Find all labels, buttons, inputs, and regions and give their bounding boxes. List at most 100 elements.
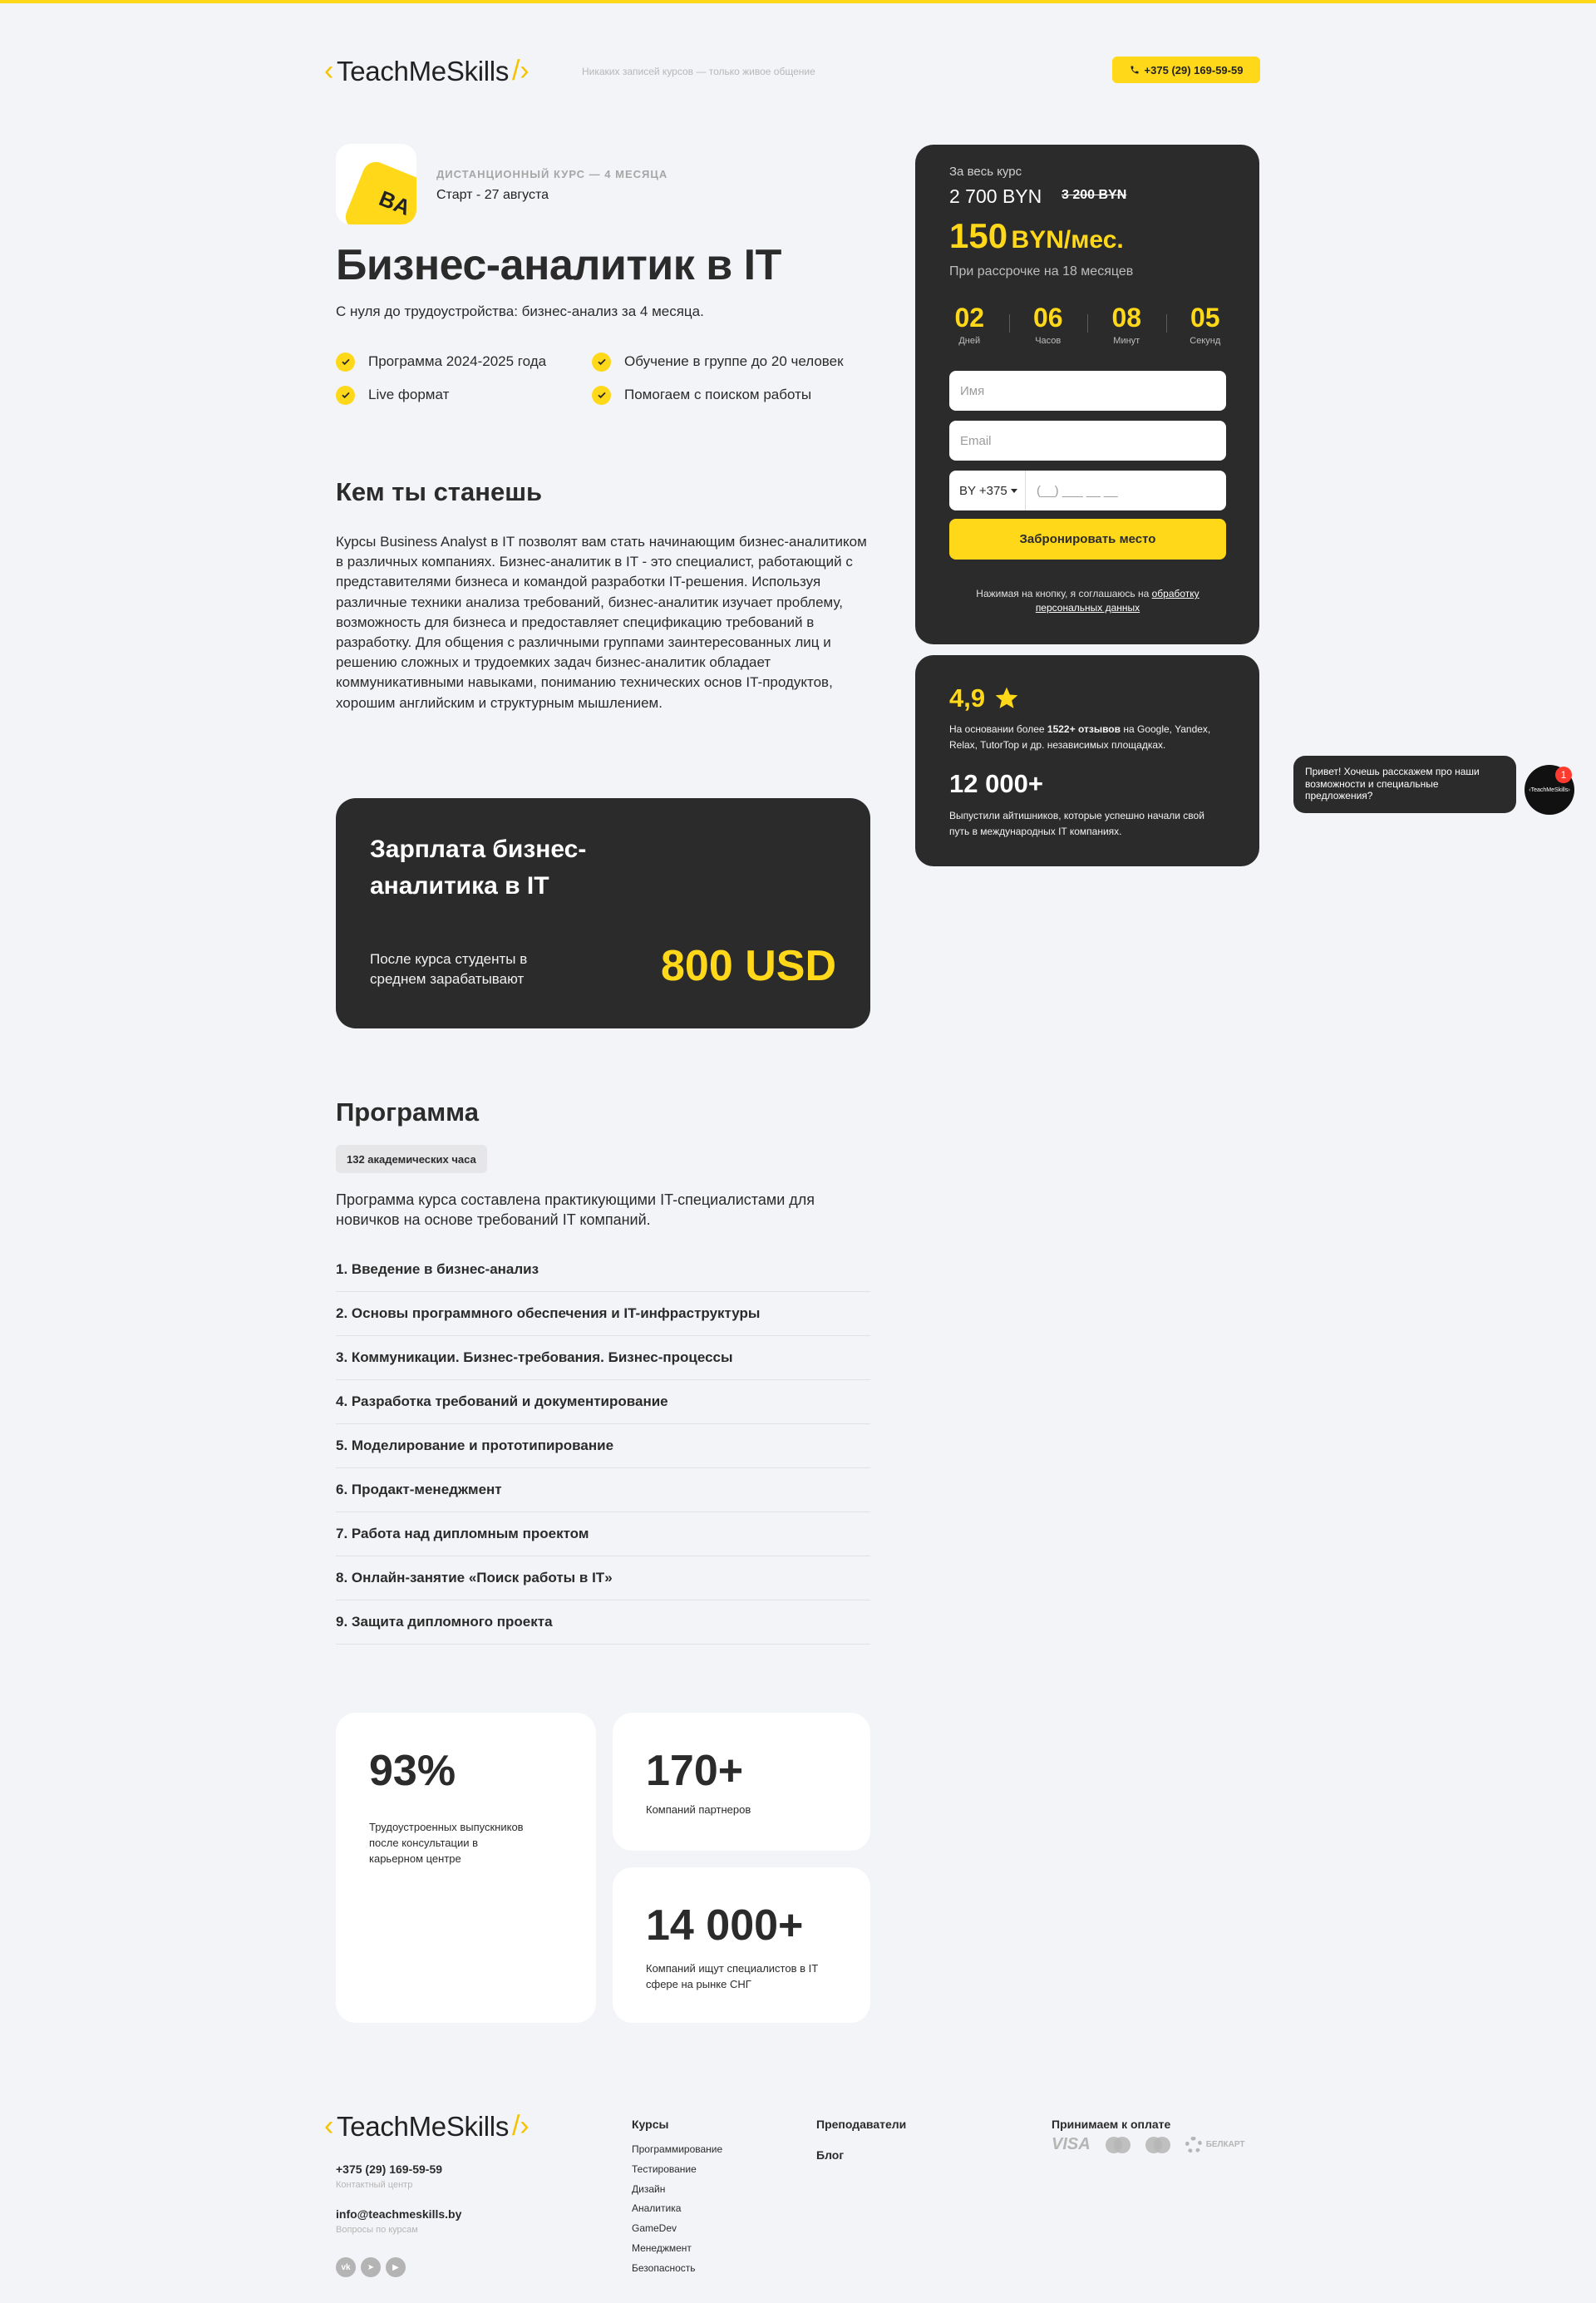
country-code-select[interactable]: BY +375: [949, 471, 1026, 510]
footer-course-link[interactable]: Менеджмент: [632, 2242, 722, 2262]
salary-card: Зарплата бизнес-аналитика в IT После кур…: [336, 798, 870, 1028]
header-phone-text: +375 (29) 169-59-59: [1144, 63, 1244, 76]
stat-card-partners: 170+ Компаний партнеров: [613, 1713, 870, 1851]
email-input[interactable]: Email: [949, 421, 1226, 461]
header-slogan: Никаких записей курсов — только живое об…: [582, 66, 815, 77]
footer-course-link[interactable]: Программирование: [632, 2143, 722, 2163]
name-input[interactable]: Имя: [949, 371, 1226, 411]
social-links: vk ➤ ▶: [336, 2257, 406, 2277]
logo-bracket-left: ‹: [324, 55, 334, 86]
logo-text: TeachMeSkills: [337, 2110, 510, 2142]
who-text: Курсы Business Analyst в IT позволят вам…: [336, 534, 867, 711]
footer-email[interactable]: info@teachmeskills.by: [336, 2207, 461, 2221]
salary-description: После курса студенты в среднем зарабатыв…: [370, 951, 528, 987]
page-lead: С нуля до трудоустройства: бизнес-анализ…: [336, 303, 704, 319]
stat-caption: Компаний партнеров: [646, 1803, 751, 1816]
rating-desc-prefix: На основании более: [949, 723, 1045, 735]
price-old: 3 200 BYN: [1062, 188, 1127, 202]
visa-logo: VISA: [1052, 2135, 1091, 2153]
telegram-icon[interactable]: ➤: [361, 2257, 381, 2277]
chat-unread-badge: 1: [1555, 767, 1572, 783]
check-icon: [592, 352, 611, 372]
page-title: Бизнес-аналитик в IT: [336, 241, 781, 289]
footer-logo[interactable]: ‹ TeachMeSkills/›: [324, 2110, 530, 2143]
consent-text: Нажимая на кнопку, я соглашаюсь на обраб…: [949, 587, 1226, 615]
who-title: Кем ты станешь: [336, 477, 543, 506]
price-label: За весь курс: [949, 165, 1022, 179]
chat-message-bubble[interactable]: Привет! Хочешь расскажем про наши возмож…: [1293, 756, 1516, 813]
feature-item: Помогаем с поиском работы: [592, 385, 848, 405]
rating-reviews-count: 1522+ отзывов: [1047, 723, 1121, 735]
youtube-icon[interactable]: ▶: [386, 2257, 406, 2277]
feature-label: Live формат: [368, 387, 450, 402]
timer-hours: 06 Часов: [1008, 303, 1088, 346]
footer-blog-link[interactable]: Блог: [816, 2148, 844, 2162]
footer-courses-title: Курсы: [632, 2118, 669, 2131]
chat-avatar-logo: ‹TeachMeSkills›: [1529, 787, 1570, 793]
hours-badge: 132 академических часа: [336, 1145, 487, 1173]
program-module[interactable]: 8. Онлайн-занятие «Поиск работы в IT»: [336, 1556, 870, 1600]
countdown-timer: 02 Дней 06 Часов 08 Минут 05 Секунд: [930, 303, 1244, 346]
header-phone-button[interactable]: +375 (29) 169-59-59: [1112, 57, 1260, 83]
belkart-text: БЕЛКАРТ: [1205, 2140, 1245, 2149]
course-icon: BA: [336, 144, 416, 224]
top-accent-bar: [0, 0, 1596, 3]
footer-teachers-link[interactable]: Преподаватели: [816, 2118, 906, 2131]
vk-icon[interactable]: vk: [336, 2257, 356, 2277]
course-start-date: Старт - 27 августа: [436, 188, 549, 202]
feature-item: Программа 2024-2025 года: [336, 352, 592, 372]
belkart-logo: БЕЛКАРТ: [1185, 2136, 1245, 2153]
program-module[interactable]: 4. Разработка требований и документирова…: [336, 1380, 870, 1424]
footer-course-link[interactable]: GameDev: [632, 2222, 722, 2242]
program-module[interactable]: 3. Коммуникации. Бизнес-требования. Бизн…: [336, 1336, 870, 1380]
program-module[interactable]: 5. Моделирование и прототипирование: [336, 1424, 870, 1468]
belkart-icon: [1185, 2136, 1202, 2153]
timer-value: 05: [1190, 303, 1220, 333]
stat-card-hiring: 14 000+ Компаний ищут специалистов в IT …: [613, 1867, 870, 2023]
footer-course-link[interactable]: Аналитика: [632, 2202, 722, 2222]
consent-prefix: Нажимая на кнопку, я соглашаюсь на: [976, 588, 1150, 599]
feature-item: Live формат: [336, 385, 592, 405]
logo-bracket-left: ‹: [324, 2110, 334, 2142]
footer-phone[interactable]: +375 (29) 169-59-59: [336, 2162, 442, 2176]
footer-phone-caption: Контактный центр: [336, 2180, 413, 2190]
footer-course-link[interactable]: Дизайн: [632, 2183, 722, 2203]
footer-course-link[interactable]: Безопасность: [632, 2262, 722, 2282]
book-seat-button[interactable]: Забронировать место: [949, 519, 1226, 560]
program-module[interactable]: 6. Продакт-менеджмент: [336, 1468, 870, 1512]
footer-course-link[interactable]: Тестирование: [632, 2163, 722, 2183]
logo-text: TeachMeSkills: [337, 55, 510, 86]
stat-value: 14 000+: [646, 1901, 804, 1950]
check-icon: [336, 352, 355, 372]
timer-label: Минут: [1113, 336, 1140, 346]
footer-payment-title: Принимаем к оплате: [1052, 2118, 1171, 2131]
rating-card: 4,9 На основании более 1522+ отзывов на …: [915, 655, 1259, 866]
feature-item: Обучение в группе до 20 человек: [592, 352, 848, 372]
program-module[interactable]: 2. Основы программного обеспечения и IT-…: [336, 1292, 870, 1336]
logo-bracket-right: /›: [512, 2110, 530, 2142]
price-monthly: 150 BYN/мес.: [949, 216, 1124, 256]
logo-bracket-right: /›: [512, 55, 530, 86]
program-module[interactable]: 1. Введение в бизнес-анализ: [336, 1248, 870, 1292]
course-kind: Дистанционный курс — 4 месяца: [436, 168, 668, 180]
price-monthly-unit: BYN/мес.: [1011, 226, 1124, 254]
feature-label: Помогаем с поиском работы: [624, 387, 812, 402]
program-module[interactable]: 9. Защита дипломного проекта: [336, 1600, 870, 1645]
rating-value: 4,9: [949, 683, 1020, 713]
phone-icon: [1130, 66, 1139, 74]
rating-number: 4,9: [949, 683, 986, 713]
check-icon: [592, 385, 611, 405]
phone-input[interactable]: (__) ___ __ __: [1026, 484, 1118, 498]
stat-caption: Компаний ищут специалистов в IT сфере на…: [646, 1962, 818, 1990]
header-logo[interactable]: ‹ TeachMeSkills/›: [324, 55, 530, 87]
maestro-icon: [1145, 2136, 1170, 2153]
rating-description: На основании более 1522+ отзывов на Goog…: [949, 722, 1224, 753]
timer-label: Секунд: [1190, 336, 1221, 346]
program-module[interactable]: 7. Работа над дипломным проектом: [336, 1512, 870, 1556]
timer-value: 08: [1111, 303, 1142, 333]
timer-value: 06: [1032, 303, 1063, 333]
footer-courses-list: Программирование Тестирование Дизайн Ана…: [632, 2143, 722, 2282]
timer-label: Дней: [958, 336, 981, 346]
program-list: 1. Введение в бизнес-анализ 2. Основы пр…: [336, 1248, 870, 1645]
price-full: 2 700 BYN: [949, 185, 1042, 207]
